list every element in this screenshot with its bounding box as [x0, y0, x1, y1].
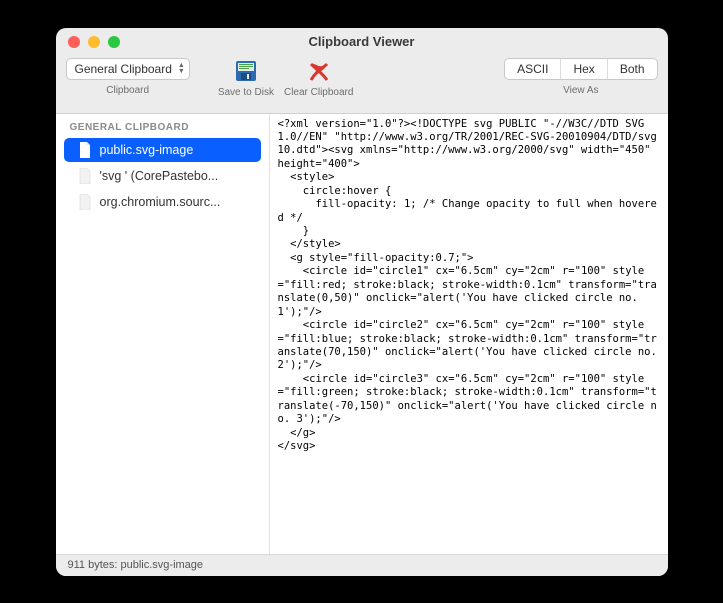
sidebar-header: GENERAL CLIPBOARD: [56, 118, 269, 137]
statusbar: 911 bytes: public.svg-image: [56, 554, 668, 576]
sidebar-item[interactable]: org.chromium.sourc...: [64, 190, 261, 214]
file-icon: [78, 194, 92, 210]
close-window-button[interactable]: [68, 36, 80, 48]
viewas-both-button[interactable]: Both: [608, 59, 657, 79]
sidebar-item[interactable]: 'svg ' (CorePastebo...: [64, 164, 261, 188]
maximize-window-button[interactable]: [108, 36, 120, 48]
body: GENERAL CLIPBOARD public.svg-image 'svg …: [56, 114, 668, 554]
file-icon: [78, 168, 92, 184]
sidebar-item[interactable]: public.svg-image: [64, 138, 261, 162]
window-title: Clipboard Viewer: [56, 34, 668, 49]
sidebar-item-label: 'svg ' (CorePastebo...: [100, 169, 219, 183]
floppy-disk-icon: [234, 60, 258, 82]
save-to-disk-group: Save to Disk: [218, 58, 274, 98]
clear-clipboard-button[interactable]: [305, 58, 333, 84]
viewas-group: ASCII Hex Both View As: [504, 58, 657, 96]
viewas-segmented-control: ASCII Hex Both: [504, 58, 657, 80]
viewas-hex-button[interactable]: Hex: [561, 59, 607, 79]
sidebar: GENERAL CLIPBOARD public.svg-image 'svg …: [56, 114, 270, 554]
viewas-label: View As: [563, 85, 598, 96]
updown-arrows-icon: ▲▼: [178, 63, 185, 75]
sidebar-item-label: org.chromium.sourc...: [100, 195, 221, 209]
save-to-disk-button[interactable]: [232, 58, 260, 84]
content-viewer[interactable]: <?xml version="1.0"?><!DOCTYPE svg PUBLI…: [270, 114, 668, 554]
clear-clipboard-group: Clear Clipboard: [284, 58, 353, 98]
clipboard-select-label: Clipboard: [106, 85, 149, 96]
clipboard-select-value: General Clipboard: [75, 62, 172, 76]
file-icon: [78, 142, 92, 158]
clipboard-selector-group: General Clipboard ▲▼ Clipboard: [66, 58, 190, 96]
clipboard-select[interactable]: General Clipboard ▲▼: [66, 58, 190, 80]
titlebar: Clipboard Viewer: [56, 28, 668, 56]
app-window: Clipboard Viewer General Clipboard ▲▼ Cl…: [56, 28, 668, 576]
save-to-disk-label: Save to Disk: [218, 87, 274, 98]
clear-clipboard-label: Clear Clipboard: [284, 87, 353, 98]
red-x-icon: [307, 60, 331, 82]
traffic-lights: [56, 36, 120, 48]
viewas-ascii-button[interactable]: ASCII: [505, 59, 561, 79]
sidebar-item-label: public.svg-image: [100, 143, 194, 157]
toolbar: General Clipboard ▲▼ Clipboard: [56, 56, 668, 114]
status-text: 911 bytes: public.svg-image: [68, 559, 204, 571]
minimize-window-button[interactable]: [88, 36, 100, 48]
